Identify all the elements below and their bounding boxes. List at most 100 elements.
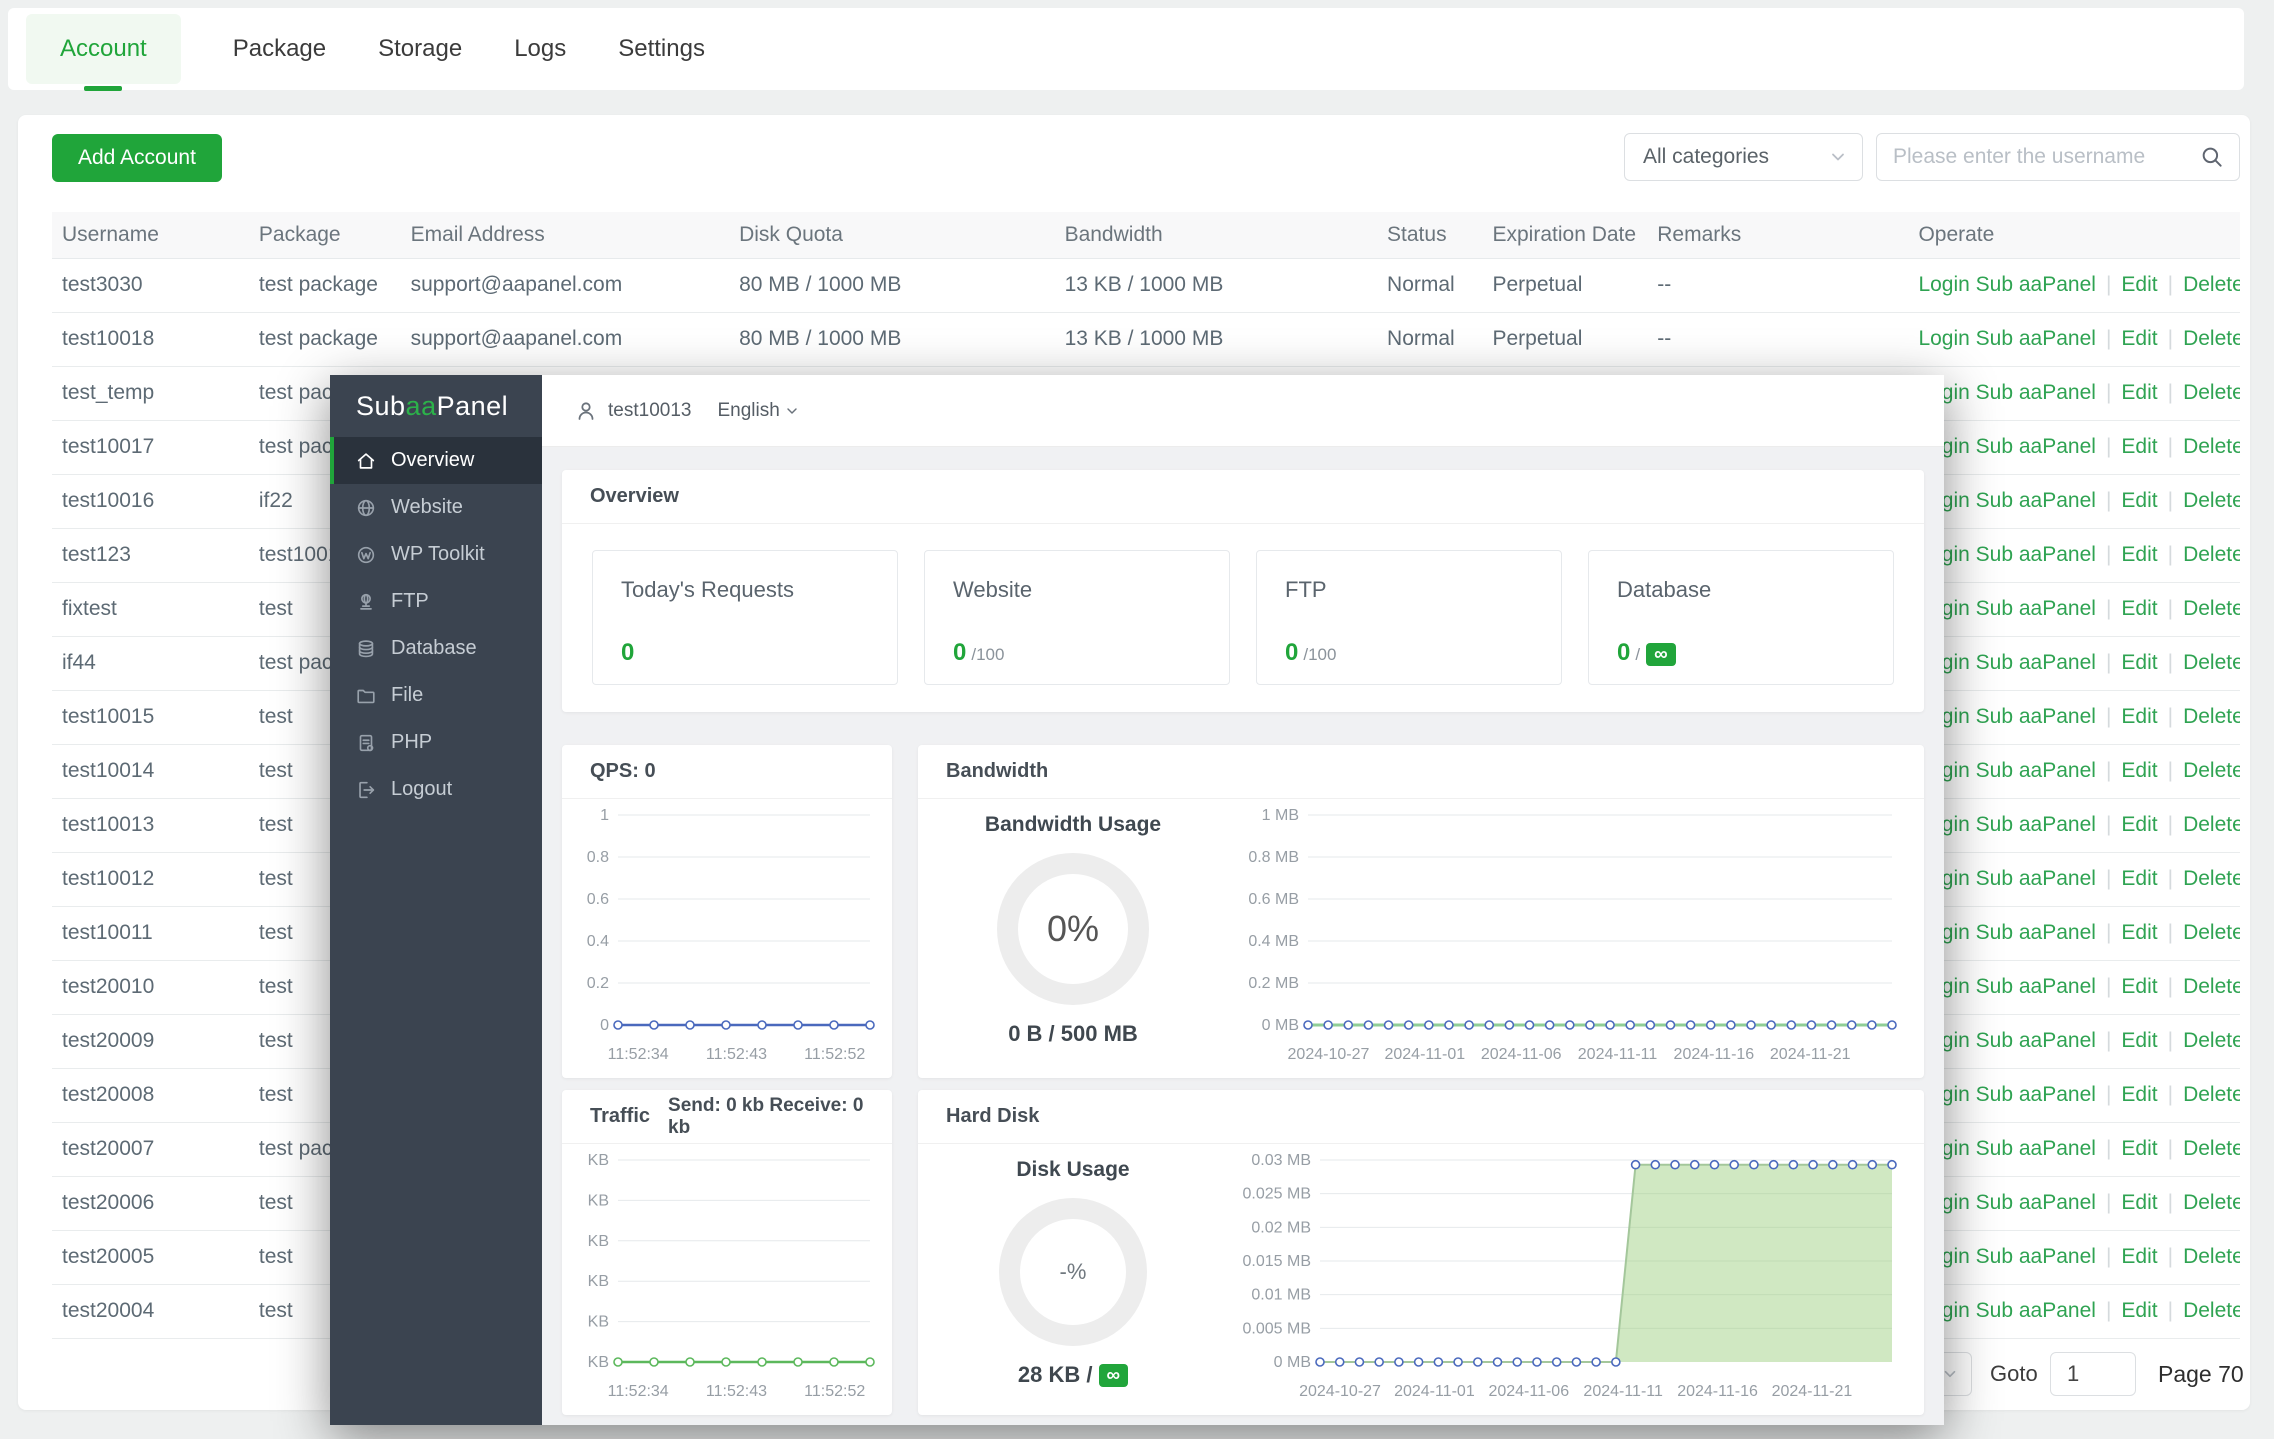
edit-link[interactable]: Edit [2121,327,2157,350]
table-cell[interactable]: test10013 [52,798,249,853]
delete-link[interactable]: Delete [2183,381,2240,404]
delete-link[interactable]: Delete [2183,435,2240,458]
login-sub-aapanel-link[interactable]: Login Sub aaPanel [1918,1083,2096,1106]
edit-link[interactable]: Edit [2121,651,2157,674]
login-sub-aapanel-link[interactable]: Login Sub aaPanel [1918,1299,2096,1322]
delete-link[interactable]: Delete [2183,813,2240,836]
table-cell[interactable]: test20007 [52,1122,249,1177]
login-sub-aapanel-link[interactable]: Login Sub aaPanel [1918,651,2096,674]
delete-link[interactable]: Delete [2183,1299,2240,1322]
category-filter-select[interactable]: All categories [1624,133,1863,181]
table-cell[interactable]: test10015 [52,690,249,745]
table-cell[interactable]: test20006 [52,1176,249,1231]
table-cell[interactable]: test20004 [52,1284,249,1339]
delete-link[interactable]: Delete [2183,1083,2240,1106]
edit-link[interactable]: Edit [2121,1083,2157,1106]
sidebar-item-ftp[interactable]: FTP [330,578,542,625]
delete-link[interactable]: Delete [2183,1029,2240,1052]
delete-link[interactable]: Delete [2183,1191,2240,1214]
table-cell[interactable]: test20005 [52,1230,249,1285]
login-sub-aapanel-link[interactable]: Login Sub aaPanel [1918,327,2096,350]
login-sub-aapanel-link[interactable]: Login Sub aaPanel [1918,921,2096,944]
login-sub-aapanel-link[interactable]: Login Sub aaPanel [1918,381,2096,404]
sidebar-item-logout[interactable]: Logout [330,766,542,813]
login-sub-aapanel-link[interactable]: Login Sub aaPanel [1918,543,2096,566]
login-sub-aapanel-link[interactable]: Login Sub aaPanel [1918,273,2096,296]
table-cell[interactable]: if44 [52,636,249,691]
search-icon[interactable] [2199,144,2225,170]
table-cell[interactable]: fixtest [52,582,249,637]
login-sub-aapanel-link[interactable]: Login Sub aaPanel [1918,867,2096,890]
tab-settings[interactable]: Settings [618,35,705,63]
delete-link[interactable]: Delete [2183,921,2240,944]
table-cell[interactable]: test123 [52,528,249,583]
edit-link[interactable]: Edit [2121,273,2157,296]
table-cell: Normal [1377,258,1483,313]
delete-link[interactable]: Delete [2183,597,2240,620]
login-sub-aapanel-link[interactable]: Login Sub aaPanel [1918,1245,2096,1268]
delete-link[interactable]: Delete [2183,1137,2240,1160]
table-cell[interactable]: test3030 [52,258,249,313]
edit-link[interactable]: Edit [2121,705,2157,728]
sidebar-item-database[interactable]: Database [330,625,542,672]
edit-link[interactable]: Edit [2121,1245,2157,1268]
table-cell[interactable]: test20010 [52,960,249,1015]
delete-link[interactable]: Delete [2183,327,2240,350]
table-cell[interactable]: test_temp [52,366,249,421]
add-account-button[interactable]: Add Account [52,134,222,182]
edit-link[interactable]: Edit [2121,543,2157,566]
delete-link[interactable]: Delete [2183,705,2240,728]
delete-link[interactable]: Delete [2183,489,2240,512]
table-cell[interactable]: test10012 [52,852,249,907]
edit-link[interactable]: Edit [2121,381,2157,404]
delete-link[interactable]: Delete [2183,1245,2240,1268]
sidebar-item-file[interactable]: File [330,672,542,719]
table-cell[interactable]: test10011 [52,906,249,961]
goto-page-input[interactable] [2050,1352,2136,1396]
sidebar-item-overview[interactable]: Overview [330,437,542,484]
edit-link[interactable]: Edit [2121,1137,2157,1160]
edit-link[interactable]: Edit [2121,975,2157,998]
table-cell[interactable]: test10018 [52,312,249,367]
login-sub-aapanel-link[interactable]: Login Sub aaPanel [1918,1029,2096,1052]
language-select[interactable]: English [717,400,799,422]
edit-link[interactable]: Edit [2121,1299,2157,1322]
login-sub-aapanel-link[interactable]: Login Sub aaPanel [1918,1191,2096,1214]
tab-account[interactable]: Account [26,14,181,91]
tab-storage[interactable]: Storage [378,35,462,63]
sidebar-item-wp-toolkit[interactable]: WP Toolkit [330,531,542,578]
search-input[interactable] [1881,145,2199,169]
login-sub-aapanel-link[interactable]: Login Sub aaPanel [1918,597,2096,620]
table-cell[interactable]: test20008 [52,1068,249,1123]
login-sub-aapanel-link[interactable]: Login Sub aaPanel [1918,813,2096,836]
edit-link[interactable]: Edit [2121,435,2157,458]
sidebar-item-website[interactable]: Website [330,484,542,531]
delete-link[interactable]: Delete [2183,651,2240,674]
delete-link[interactable]: Delete [2183,975,2240,998]
edit-link[interactable]: Edit [2121,1029,2157,1052]
edit-link[interactable]: Edit [2121,1191,2157,1214]
sidebar-item-php[interactable]: PHP [330,719,542,766]
login-sub-aapanel-link[interactable]: Login Sub aaPanel [1918,1137,2096,1160]
login-sub-aapanel-link[interactable]: Login Sub aaPanel [1918,759,2096,782]
edit-link[interactable]: Edit [2121,813,2157,836]
edit-link[interactable]: Edit [2121,867,2157,890]
login-sub-aapanel-link[interactable]: Login Sub aaPanel [1918,489,2096,512]
login-sub-aapanel-link[interactable]: Login Sub aaPanel [1918,975,2096,998]
tab-package[interactable]: Package [233,35,326,63]
edit-link[interactable]: Edit [2121,921,2157,944]
delete-link[interactable]: Delete [2183,759,2240,782]
table-cell[interactable]: test20009 [52,1014,249,1069]
edit-link[interactable]: Edit [2121,597,2157,620]
tab-logs[interactable]: Logs [514,35,566,63]
edit-link[interactable]: Edit [2121,489,2157,512]
login-sub-aapanel-link[interactable]: Login Sub aaPanel [1918,705,2096,728]
login-sub-aapanel-link[interactable]: Login Sub aaPanel [1918,435,2096,458]
delete-link[interactable]: Delete [2183,867,2240,890]
table-cell[interactable]: test10014 [52,744,249,799]
table-cell[interactable]: test10016 [52,474,249,529]
delete-link[interactable]: Delete [2183,273,2240,296]
table-cell[interactable]: test10017 [52,420,249,475]
edit-link[interactable]: Edit [2121,759,2157,782]
delete-link[interactable]: Delete [2183,543,2240,566]
